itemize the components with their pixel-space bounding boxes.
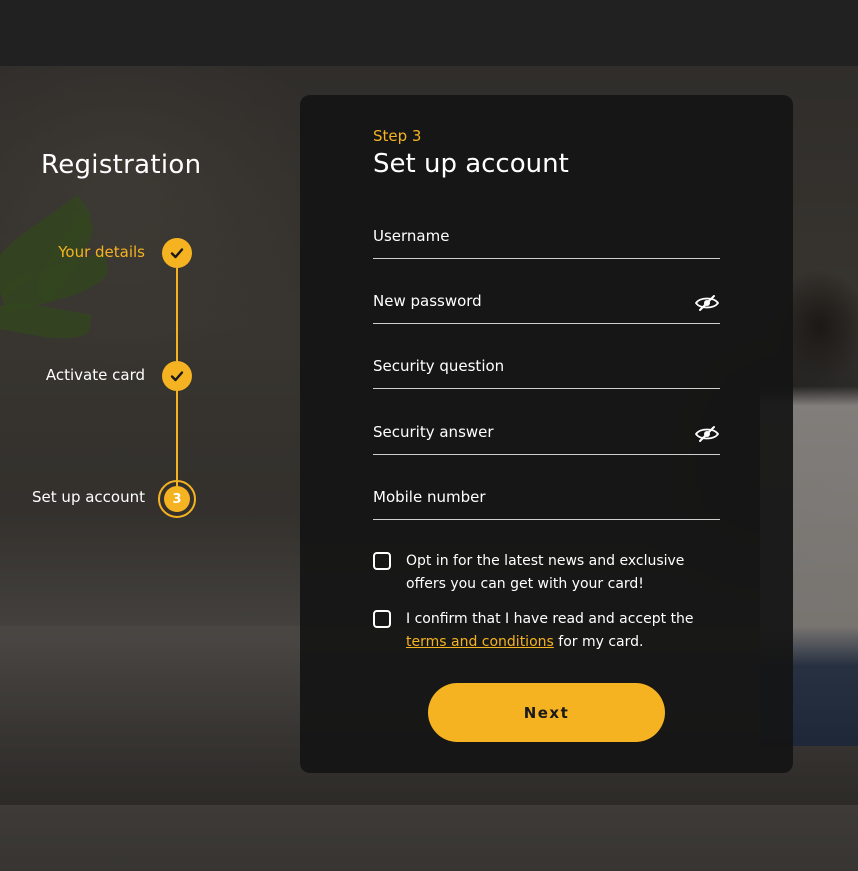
opt-in-checkbox[interactable] — [373, 552, 391, 570]
username-label: Username — [373, 227, 450, 245]
card-title: Set up account — [373, 149, 569, 179]
mobile-number-field[interactable]: Mobile number — [373, 483, 720, 520]
terms-prefix: I confirm that I have read and accept th… — [406, 611, 694, 627]
terms-suffix: for my card. — [553, 634, 644, 650]
step-number: 3 — [164, 486, 190, 512]
username-field[interactable]: Username — [373, 222, 720, 259]
mobile-number-label: Mobile number — [373, 488, 486, 506]
new-password-label: New password — [373, 292, 482, 310]
setup-account-card: Step 3 Set up account Username New passw… — [300, 95, 793, 773]
opt-in-text: Opt in for the latest news and exclusive… — [406, 553, 685, 592]
terms-text: I confirm that I have read and accept th… — [406, 608, 726, 654]
eye-slash-icon[interactable] — [694, 425, 720, 443]
step-complete-icon — [162, 361, 192, 391]
security-question-label: Security question — [373, 357, 505, 375]
step-kicker: Step 3 — [373, 127, 422, 145]
security-answer-label: Security answer — [373, 423, 494, 441]
terms-checkbox[interactable] — [373, 610, 391, 628]
security-answer-field[interactable]: Security answer — [373, 418, 720, 455]
checkmark-icon — [170, 371, 184, 382]
step-label-set-up-account: Set up account — [32, 488, 145, 506]
new-password-field[interactable]: New password — [373, 287, 720, 324]
checkmark-icon — [170, 248, 184, 259]
registration-title: Registration — [41, 150, 202, 180]
step-label-your-details[interactable]: Your details — [58, 243, 145, 261]
terms-link[interactable]: terms and conditions — [406, 634, 554, 650]
next-button[interactable]: Next — [428, 683, 665, 742]
step-label-activate-card[interactable]: Activate card — [46, 366, 145, 384]
step-complete-icon — [162, 238, 192, 268]
top-bar — [0, 0, 858, 66]
eye-slash-icon[interactable] — [694, 294, 720, 312]
security-question-field[interactable]: Security question — [373, 352, 720, 389]
step-current-indicator: 3 — [158, 480, 196, 518]
